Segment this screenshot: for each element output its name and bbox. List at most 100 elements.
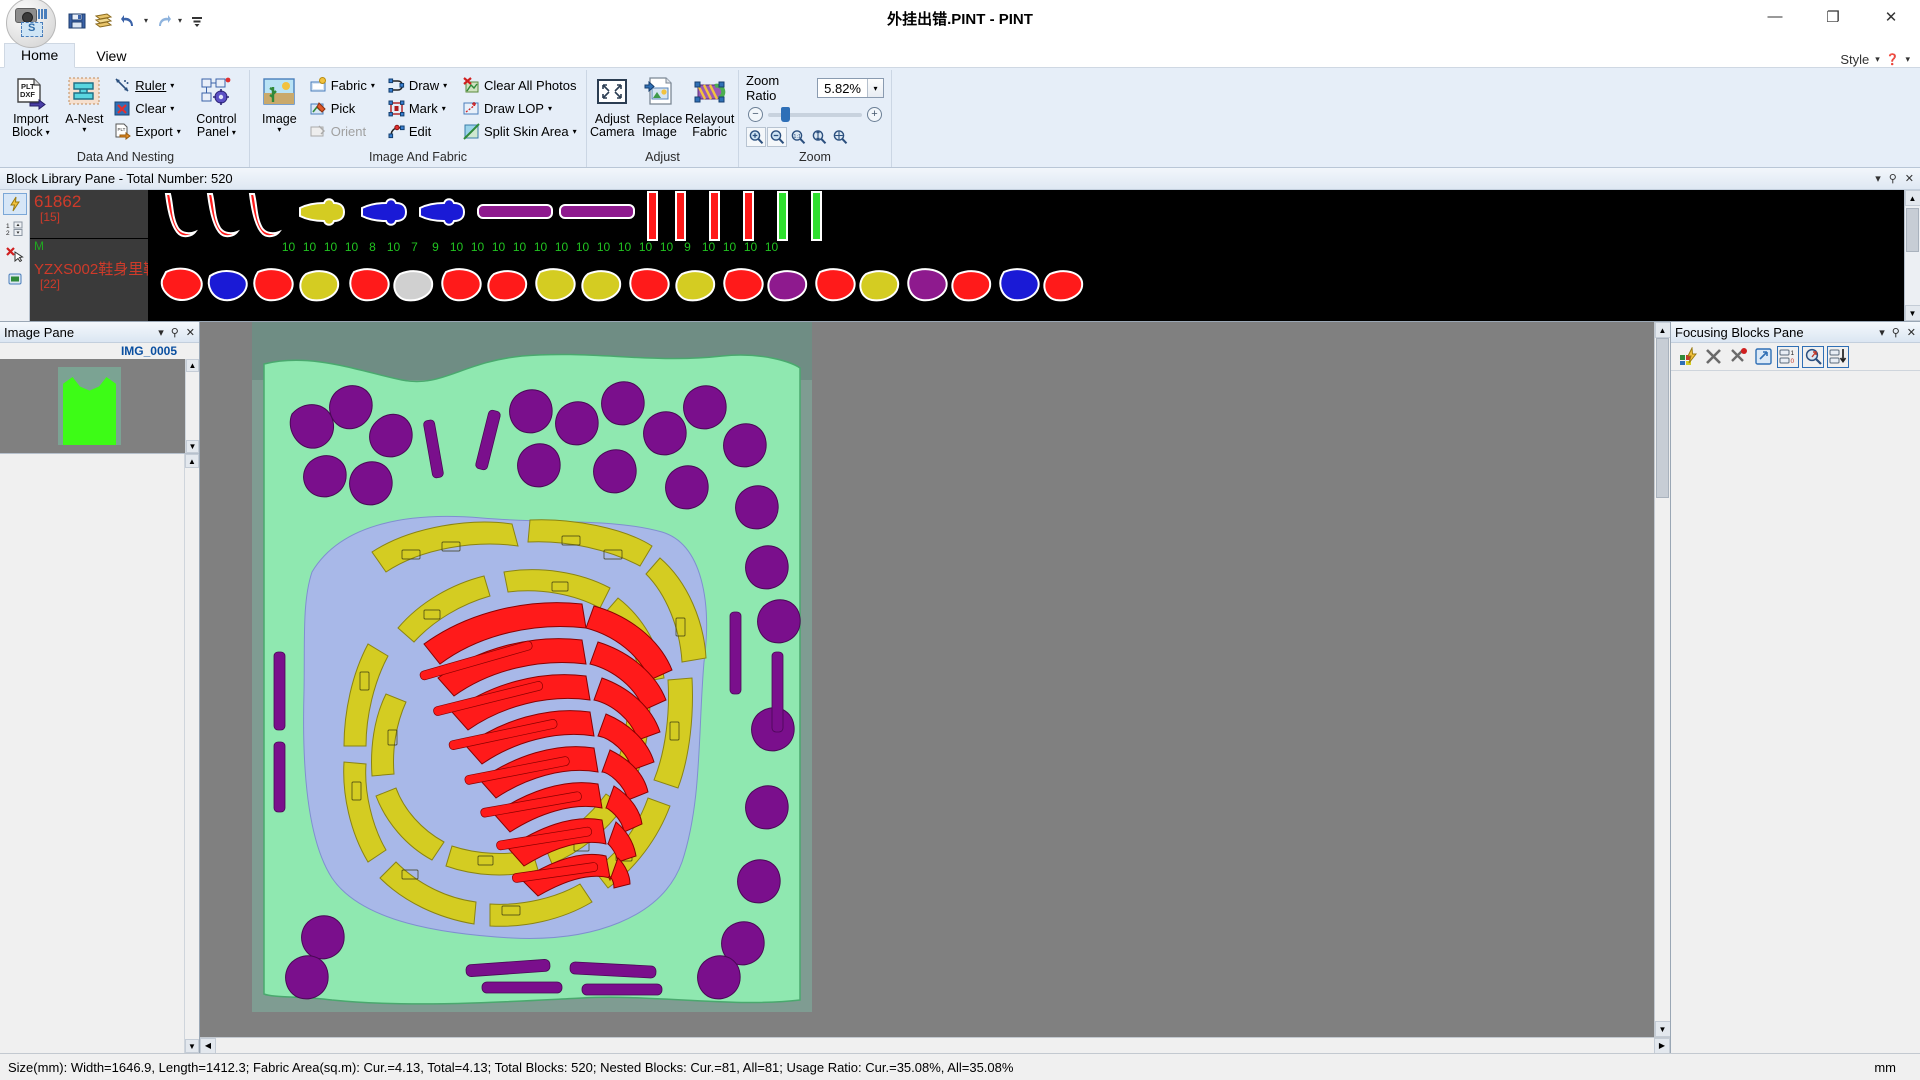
pick-button[interactable]: Pick [308, 98, 384, 119]
replace-image-button[interactable]: Replace Image [636, 73, 682, 139]
ruler-caret-icon[interactable]: ▾ [170, 82, 174, 90]
image-thumbnail[interactable] [58, 367, 121, 445]
style-caret-icon[interactable]: ▾ [1875, 54, 1880, 65]
clear-caret-icon[interactable]: ▾ [170, 105, 174, 113]
image-pane-scrollbar[interactable]: ▲ ▼ [184, 454, 199, 1053]
mark-button[interactable]: Mark ▾ [386, 98, 459, 119]
mark-caret-icon[interactable]: ▾ [442, 105, 446, 113]
nesting-layout-image[interactable] [252, 322, 812, 1012]
block-library-collapse-caret-icon[interactable]: ▾ [1875, 172, 1881, 185]
zoom-out-icon[interactable] [767, 127, 787, 147]
export-button[interactable]: PLT Export ▾ [112, 121, 185, 142]
clear-all-photos-button[interactable]: Clear All Photos [461, 75, 583, 96]
undo-icon[interactable] [118, 10, 140, 32]
block-library-vertical-scrollbar[interactable]: ▲ ▼ [1904, 190, 1920, 321]
canvas-scroll-left-icon[interactable]: ◀ [200, 1037, 216, 1053]
list-count-icon[interactable]: 1 0 [1777, 345, 1799, 368]
zoom-focus-icon[interactable] [1802, 345, 1824, 368]
thumb-scroll-down-icon[interactable]: ▼ [186, 440, 199, 453]
block-settings-icon[interactable] [3, 268, 27, 290]
canvas-horizontal-scrollbar[interactable]: ◀ ▶ [200, 1037, 1670, 1053]
block-row-canvas[interactable] [148, 256, 1904, 321]
block-row-label[interactable]: 61862 [15] M [30, 190, 148, 256]
orient-button[interactable]: Orient [308, 121, 384, 142]
close-button[interactable]: ✕ [1862, 0, 1920, 34]
nesting-canvas[interactable]: ▲ ▼ ◀ ▶ [200, 322, 1670, 1053]
image-pane-collapse-caret-icon[interactable]: ▾ [158, 326, 164, 339]
canvas-scroll-right-icon[interactable]: ▶ [1654, 1037, 1670, 1053]
canvas-scroll-down-icon[interactable]: ▼ [1654, 1021, 1670, 1037]
save-icon[interactable] [66, 10, 88, 32]
customize-icon[interactable] [186, 10, 208, 32]
ribbon-collapse-caret-icon[interactable]: ▾ [1905, 54, 1910, 65]
split-skin-area-caret-icon[interactable]: ▾ [573, 128, 577, 136]
print-icon[interactable] [92, 10, 114, 32]
draw-lop-caret-icon[interactable]: ▾ [548, 105, 552, 113]
remove-block-icon[interactable] [1702, 346, 1724, 368]
maximize-button[interactable]: ❐ [1804, 0, 1862, 34]
ruler-button[interactable]: Ruler ▾ [112, 75, 185, 96]
zoom-in-icon[interactable] [746, 127, 766, 147]
block-library-row[interactable]: YZXS002鞋身里鞋头里 [22] [30, 256, 1904, 321]
sort-order-icon[interactable]: 1 2 [3, 218, 27, 240]
export-caret-icon[interactable]: ▾ [177, 128, 181, 136]
focusing-blocks-collapse-caret-icon[interactable]: ▾ [1879, 326, 1885, 339]
scroll-down-arrow-icon[interactable]: ▼ [1904, 305, 1920, 321]
help-icon[interactable]: ❓ [1886, 53, 1900, 66]
clear-button[interactable]: Clear ▾ [112, 98, 185, 119]
scroll-thumb[interactable] [1906, 208, 1919, 252]
edit-button[interactable]: Edit [386, 121, 459, 142]
image-pane-pin-icon[interactable]: ⚲ [171, 326, 179, 339]
redo-dropdown-caret[interactable]: ▾ [178, 16, 182, 25]
zoom-ratio-dropdown-caret-icon[interactable]: ▾ [867, 79, 883, 97]
scroll-up-arrow-icon[interactable]: ▲ [1904, 190, 1920, 206]
open-folder-icon[interactable] [1752, 346, 1774, 368]
application-menu-button[interactable] [6, 0, 56, 48]
image-pane-scroll-up-icon[interactable]: ▲ [185, 454, 199, 468]
canvas-vertical-scrollbar[interactable]: ▲ ▼ [1654, 322, 1670, 1037]
control-panel-button[interactable]: Control Panel ▾ [187, 73, 246, 139]
export-list-icon[interactable] [1827, 345, 1849, 368]
fabric-button[interactable]: Fabric ▾ [308, 75, 384, 96]
image-thumbnail-area[interactable]: ▲ ▼ [0, 359, 199, 454]
image-thumbnail-scrollbar[interactable]: ▲ ▼ [185, 359, 199, 453]
a-nest-button[interactable]: A-Nest ▾ [59, 73, 111, 134]
tab-home[interactable]: Home [4, 43, 76, 68]
zoom-fit-all-icon[interactable] [830, 127, 850, 147]
zoom-increase-button[interactable]: + [867, 107, 882, 122]
a-nest-caret-icon[interactable]: ▾ [82, 126, 86, 134]
block-library-pin-icon[interactable]: ⚲ [1889, 172, 1897, 185]
adjust-camera-button[interactable]: Adjust Camera [590, 73, 634, 139]
zoom-slider-thumb[interactable] [781, 106, 791, 122]
image-pane-scroll-down-icon[interactable]: ▼ [185, 1039, 199, 1053]
draw-button[interactable]: Draw ▾ [386, 75, 459, 96]
focusing-blocks-list[interactable] [1671, 371, 1920, 1053]
import-block-button[interactable]: PLT DXF Import Block ▾ [5, 73, 57, 139]
redo-icon[interactable] [152, 10, 174, 32]
draw-lop-button[interactable]: Draw LOP ▾ [461, 98, 583, 119]
focusing-blocks-pin-icon[interactable]: ⚲ [1892, 326, 1900, 339]
canvas-vertical-thumb[interactable] [1656, 338, 1669, 498]
minimize-button[interactable]: — [1746, 0, 1804, 34]
thumb-scroll-up-icon[interactable]: ▲ [186, 359, 199, 372]
block-library-row[interactable]: 61862 [15] M 10 10 10 10 8 10 7 9 10 10 … [30, 190, 1904, 256]
block-library-close-icon[interactable]: ✕ [1905, 172, 1914, 185]
fabric-caret-icon[interactable]: ▾ [371, 82, 375, 90]
image-caret-icon[interactable]: ▾ [277, 126, 281, 134]
import-block-caret-icon[interactable]: ▾ [46, 129, 50, 137]
zoom-slider[interactable] [768, 106, 862, 122]
style-label[interactable]: Style [1840, 52, 1869, 67]
zoom-fit-height-icon[interactable] [809, 127, 829, 147]
delete-block-icon[interactable] [3, 243, 27, 265]
block-row-label[interactable]: YZXS002鞋身里鞋头里 [22] [30, 256, 188, 321]
canvas-scroll-up-icon[interactable]: ▲ [1654, 322, 1670, 338]
image-button[interactable]: Image ▾ [253, 73, 306, 134]
auto-nest-lightning-icon[interactable] [2, 193, 27, 215]
split-skin-area-button[interactable]: Split Skin Area ▾ [461, 121, 583, 142]
control-panel-caret-icon[interactable]: ▾ [232, 129, 236, 137]
add-focus-block-icon[interactable] [1677, 346, 1699, 368]
focusing-blocks-close-icon[interactable]: ✕ [1907, 326, 1916, 339]
zoom-1to1-icon[interactable]: 1:1 [788, 127, 808, 147]
image-pane-close-icon[interactable]: ✕ [186, 326, 195, 339]
undo-dropdown-caret[interactable]: ▾ [144, 16, 148, 25]
